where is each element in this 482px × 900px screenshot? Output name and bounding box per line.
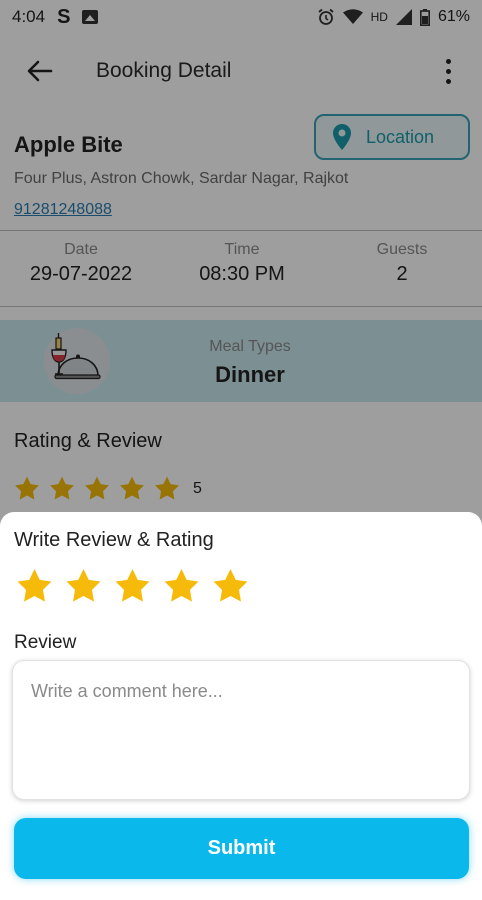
submit-button[interactable]: Submit [14,818,469,879]
star-1-icon[interactable] [16,568,53,604]
rating-input [16,568,249,604]
star-2-icon[interactable] [65,568,102,604]
star-5-icon[interactable] [212,568,249,604]
star-3-icon[interactable] [114,568,151,604]
sheet-title: Write Review & Rating [14,529,214,551]
review-bottom-sheet: Write Review & Rating Review Submit [0,512,482,900]
star-4-icon[interactable] [163,568,200,604]
review-textarea[interactable] [12,660,470,800]
review-label: Review [14,632,77,653]
